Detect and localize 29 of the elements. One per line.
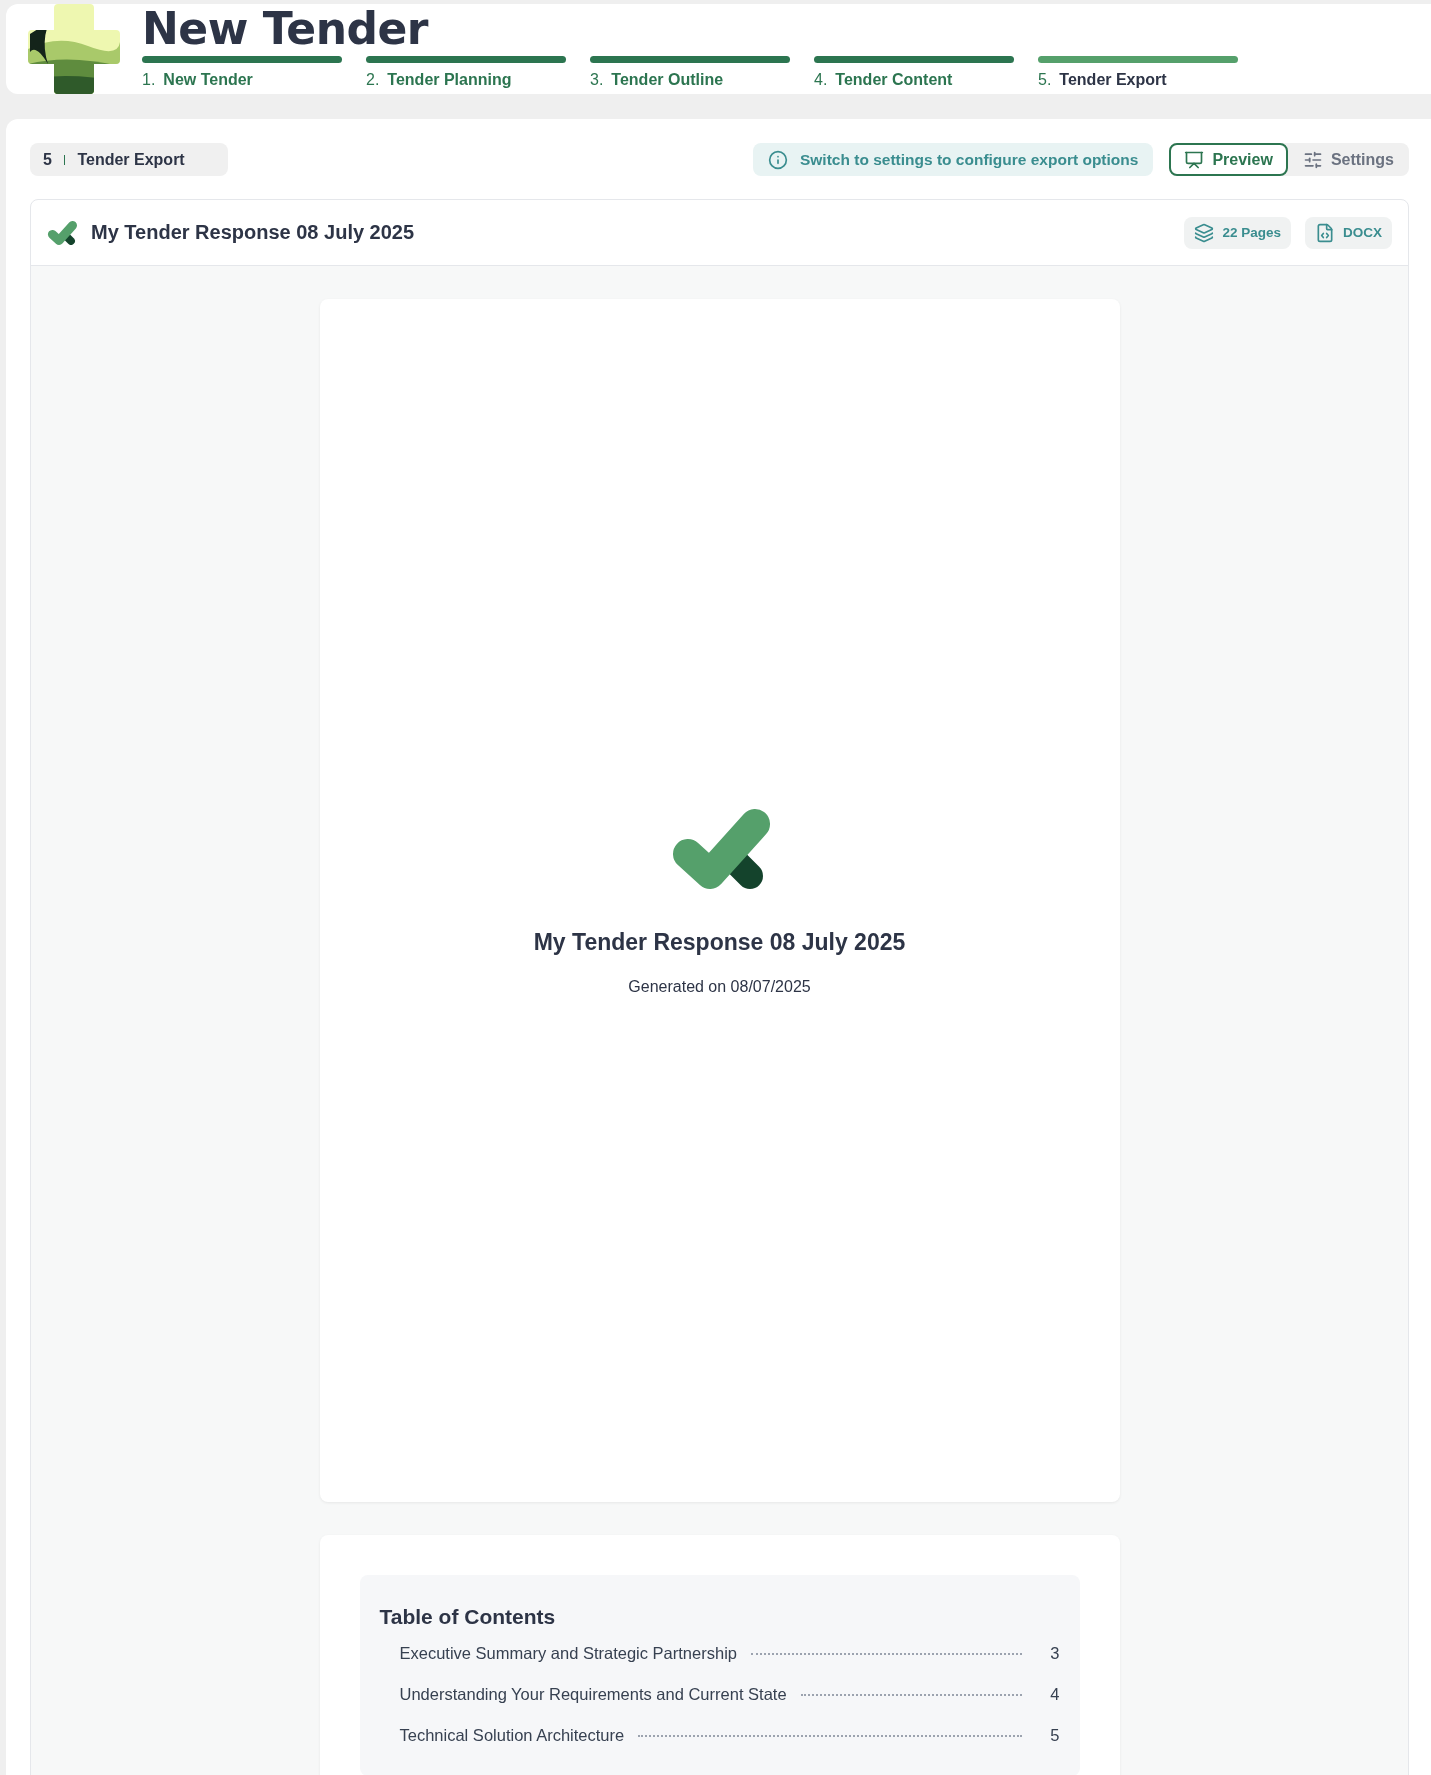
layers-icon [1194,222,1215,243]
step-tab[interactable]: 5. Tender Export [1038,71,1238,89]
step-name: Tender Export [77,150,185,169]
presentation-icon [1184,149,1205,170]
badge-label: 22 Pages [1222,225,1281,240]
step-tab[interactable]: 1. New Tender [142,71,342,89]
step-tab[interactable]: 3. Tender Outline [590,71,790,89]
document-title: My Tender Response 08 July 2025 [91,221,415,244]
page-title: New Tender [142,3,430,54]
checkmark-logo-icon [47,219,77,246]
toc-page-number: 3 [1050,1644,1060,1663]
settings-tab[interactable]: Settings [1287,143,1409,176]
cover-subtitle: Generated on 08/07/2025 [628,977,811,996]
step-tab[interactable]: 2. Tender Planning [366,71,566,89]
toc-page-number: 5 [1050,1726,1060,1745]
toc-entry-title[interactable]: Technical Solution Architecture [399,1726,625,1745]
info-icon [767,149,788,170]
sliders-icon [1302,149,1323,170]
toc-heading: Table of Contents [379,1605,557,1629]
toc-entry-title[interactable]: Understanding Your Requirements and Current State [399,1685,787,1704]
toc-page-number: 4 [1050,1685,1060,1704]
preview-tab[interactable]: Preview [1169,143,1288,176]
file-code-icon [1315,222,1335,243]
step-tab[interactable]: 4. Tender Content [814,71,1014,89]
cover-title: My Tender Response 08 July 2025 [533,928,906,956]
toc-entry-title[interactable]: Executive Summary and Strategic Partnership [399,1644,737,1663]
info-text: Switch to settings to configure export options [799,150,1139,169]
step-number: 5 [43,150,52,169]
badge-label: DOCX [1343,225,1382,240]
